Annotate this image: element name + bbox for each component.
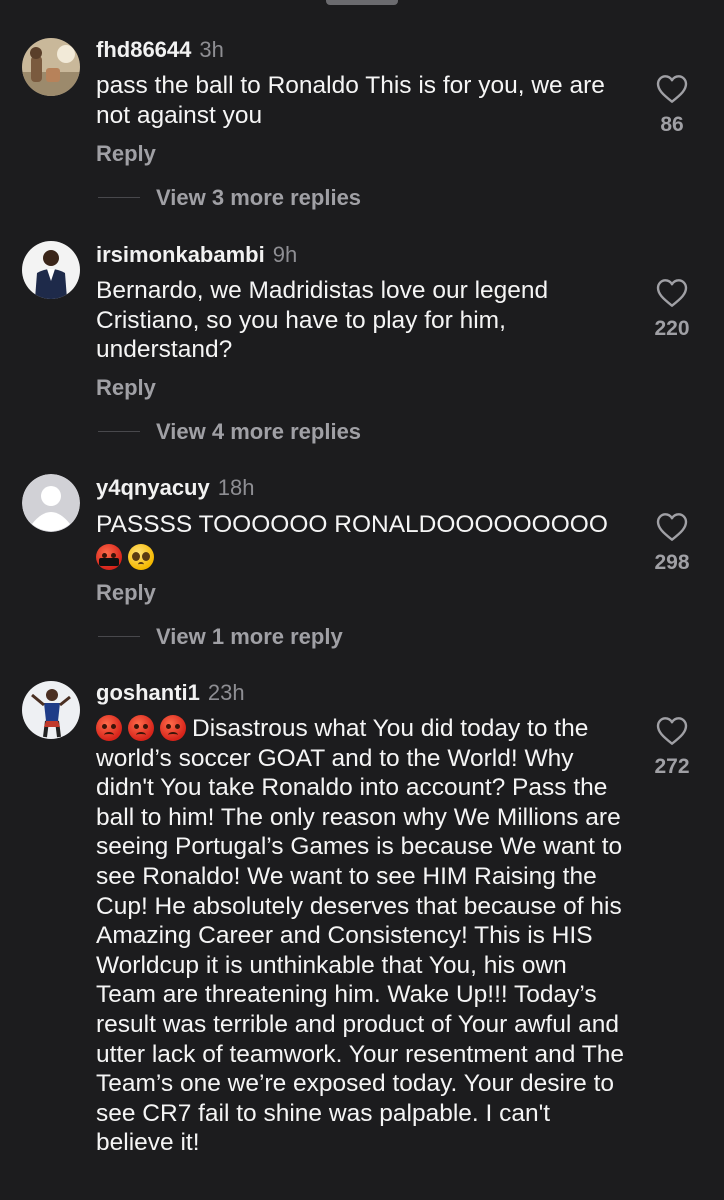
heart-outline-icon: [640, 716, 704, 746]
comment-text-line: PASSSS TOOOOOO RONALDOOOOOOOOO: [96, 511, 608, 538]
heart-outline-icon: [640, 74, 704, 104]
reply-button[interactable]: Reply: [96, 579, 156, 607]
angry-face-emoji: [160, 715, 186, 741]
like-count: 86: [660, 113, 684, 136]
reply-button[interactable]: Reply: [96, 140, 156, 168]
comment-username[interactable]: irsimonkabambi: [96, 242, 265, 267]
like-button[interactable]: 220: [640, 278, 704, 342]
thread-divider-line: [98, 196, 140, 198]
like-button[interactable]: 298: [640, 512, 704, 576]
comment-timestamp: 23h: [207, 680, 245, 705]
emoji-group: [96, 715, 192, 742]
avatar[interactable]: [22, 681, 80, 739]
comment-username[interactable]: fhd86644: [96, 37, 191, 62]
default-avatar-icon[interactable]: [22, 474, 80, 532]
like-count: 272: [654, 755, 690, 778]
like-count: 298: [654, 551, 690, 574]
view-more-replies-label: View 4 more replies: [156, 419, 362, 444]
comment-timestamp: 9h: [272, 242, 298, 267]
view-more-replies-button[interactable]: View 4 more replies: [98, 418, 361, 446]
comment-username[interactable]: goshanti1: [96, 680, 200, 705]
like-count: 220: [654, 317, 690, 340]
reply-button[interactable]: Reply: [96, 374, 156, 402]
comment-timestamp: 3h: [199, 37, 224, 62]
heart-outline-icon: [640, 278, 704, 308]
comment-text-body: Disastrous what You did today to the wor…: [96, 715, 624, 1157]
thread-divider-line: [98, 635, 140, 637]
comment-text: Disastrous what You did today to the wor…: [96, 714, 624, 1158]
cursing-face-emoji: [96, 543, 122, 570]
comment-username[interactable]: y4qnyacuy: [96, 475, 210, 500]
comment-text: pass the ball to Ronaldo This is for you…: [96, 72, 605, 129]
comment-item: goshanti1 23h Disastrous what You did tod…: [0, 668, 724, 1200]
avatar[interactable]: [22, 38, 80, 96]
comment-timestamp: 18h: [217, 475, 255, 500]
pleading-face-emoji: [128, 543, 154, 570]
like-button[interactable]: 86: [640, 74, 704, 138]
like-button[interactable]: 272: [640, 716, 704, 780]
thread-divider-line: [98, 430, 140, 432]
comment-text: Bernardo, we Madridistas love our legend…: [96, 277, 549, 364]
heart-outline-icon: [640, 512, 704, 542]
view-more-replies-button[interactable]: View 3 more replies: [98, 184, 361, 212]
angry-face-emoji: [128, 715, 154, 741]
comment-item: irsimonkabambi 9h Bernardo, we Madridista…: [0, 230, 724, 458]
view-more-replies-label: View 3 more replies: [156, 185, 362, 210]
angry-face-emoji: [96, 715, 122, 741]
view-more-replies-label: View 1 more reply: [156, 624, 343, 649]
emoji-row: [96, 543, 624, 573]
comment-item: fhd86644 3h pass the ball to Ronaldo This…: [0, 0, 724, 230]
avatar[interactable]: [22, 241, 80, 299]
comment-text: PASSSS TOOOOOO RONALDOOOOOOOOO: [96, 510, 624, 573]
comment-item: y4qnyacuy 18h PASSSS TOOOOOO RONALDOOOOOO…: [0, 458, 724, 668]
view-more-replies-button[interactable]: View 1 more reply: [98, 623, 343, 651]
